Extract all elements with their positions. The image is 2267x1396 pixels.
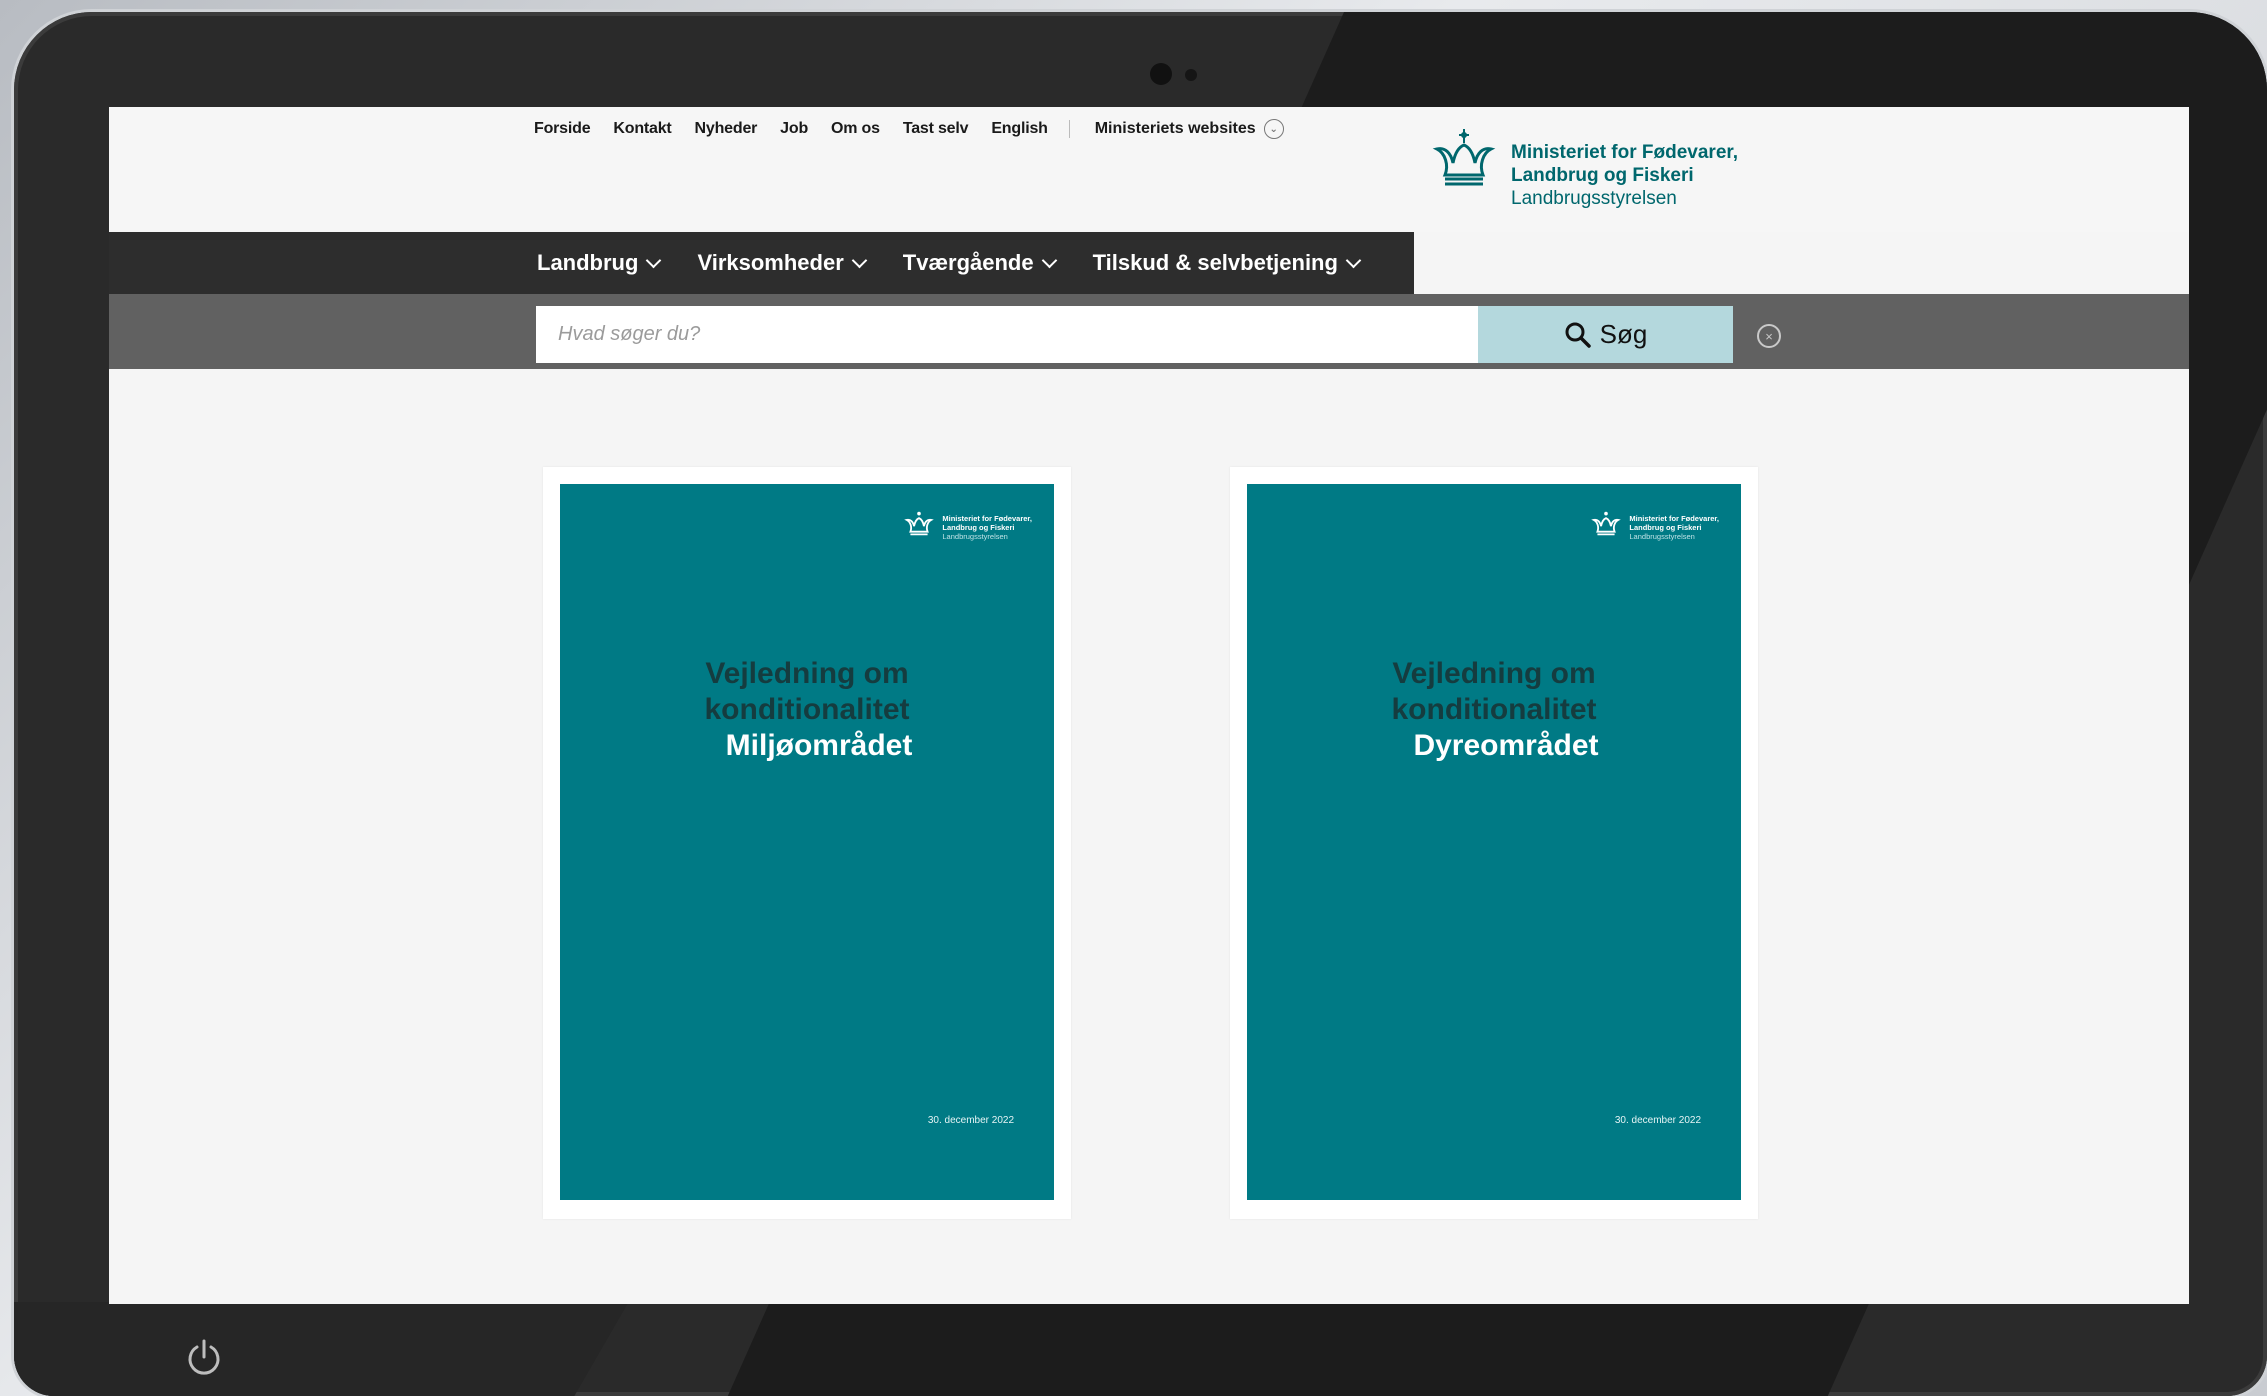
top-link-job[interactable]: Job — [780, 120, 808, 138]
top-link-kontakt[interactable]: Kontakt — [613, 120, 671, 138]
logo-line-3: Landbrugsstyrelsen — [1511, 188, 1677, 209]
crown-icon — [904, 511, 935, 536]
search-input[interactable] — [536, 306, 1478, 363]
nav-label: Tværgående — [902, 250, 1034, 275]
frame-sheen-bottom — [14, 1302, 629, 1396]
top-link-tast-selv[interactable]: Tast selv — [903, 120, 969, 138]
cover-logo-line-2: Landbrug og Fiskeri — [1629, 523, 1702, 532]
nav-label: Tilskud & selvbetjening — [1092, 250, 1338, 275]
publication-card[interactable]: Ministeriet for Fødevarer, Landbrug og F… — [1230, 467, 1758, 1219]
chevron-down-icon — [1345, 252, 1362, 268]
cover-title-line-1: Vejledning om — [705, 657, 909, 690]
cover-title: Vejledning om konditionalitet Dyreområde… — [1247, 656, 1741, 764]
ministry-websites-dropdown[interactable]: Ministeriets websites ⌄ — [1095, 119, 1284, 139]
power-icon[interactable] — [186, 1338, 222, 1378]
publication-card[interactable]: Ministeriet for Fødevarer, Landbrug og F… — [543, 467, 1071, 1219]
top-link-nyheder[interactable]: Nyheder — [695, 120, 758, 138]
nav-item-landbrug[interactable]: Landbrug — [537, 250, 662, 276]
publication-cover: Ministeriet for Fødevarer, Landbrug og F… — [1247, 484, 1741, 1200]
cover-logo-line-2: Landbrug og Fiskeri — [942, 523, 1015, 532]
cover-date: 30. december 2022 — [1614, 1115, 1701, 1126]
browser-screen: Forside Kontakt Nyheder Job Om os Tast s… — [109, 107, 2189, 1304]
top-link-english[interactable]: English — [991, 120, 1048, 138]
cover-logo-line-3: Landbrugsstyrelsen — [1629, 532, 1695, 541]
publication-cover: Ministeriet for Fødevarer, Landbrug og F… — [560, 484, 1054, 1200]
crown-icon — [1591, 511, 1622, 536]
header: Forside Kontakt Nyheder Job Om os Tast s… — [109, 107, 2189, 232]
cover-logo: Ministeriet for Fødevarer, Landbrug og F… — [904, 510, 1032, 541]
ministry-logo[interactable]: Ministeriet for Fødevarer, Landbrug og F… — [1431, 127, 1738, 210]
nav-item-tvaergaende[interactable]: Tværgående — [902, 250, 1057, 276]
search-button[interactable]: Søg — [1478, 306, 1733, 363]
top-link-om-os[interactable]: Om os — [831, 120, 880, 138]
search-button-label: Søg — [1599, 319, 1648, 349]
camera-icon — [1150, 63, 1172, 85]
chevron-down-icon — [1041, 252, 1057, 268]
ministry-logo-text: Ministeriet for Fødevarer, Landbrug og F… — [1511, 141, 1738, 210]
cover-logo-line-3: Landbrugsstyrelsen — [942, 532, 1008, 541]
logo-line-1: Ministeriet for Fødevarer, — [1511, 142, 1739, 163]
top-links: Forside Kontakt Nyheder Job Om os Tast s… — [534, 119, 1284, 139]
cover-title-line-2: konditionalitet — [704, 693, 910, 726]
cover-date: 30. december 2022 — [927, 1115, 1014, 1126]
nav-item-tilskud[interactable]: Tilskud & selvbetjening — [1092, 250, 1362, 276]
search-bar: Søg × — [109, 294, 2189, 369]
close-icon[interactable]: × — [1757, 324, 1781, 348]
cover-subtitle: Miljøområdet — [725, 729, 913, 762]
chevron-down-icon — [851, 252, 868, 268]
cover-logo: Ministeriet for Fødevarer, Landbrug og F… — [1591, 510, 1719, 541]
top-link-forside[interactable]: Forside — [534, 120, 591, 138]
nav-item-virksomheder[interactable]: Virksomheder — [697, 250, 868, 276]
cover-logo-line-1: Ministeriet for Fødevarer, — [1629, 514, 1719, 523]
search-icon — [1565, 322, 1591, 348]
cover-title-line-1: Vejledning om — [1392, 657, 1596, 690]
chevron-down-icon: ⌄ — [1263, 119, 1284, 139]
logo-line-2: Landbrug og Fiskeri — [1511, 165, 1694, 186]
chevron-down-icon — [646, 252, 662, 268]
cover-title: Vejledning om konditionalitet Miljøområd… — [560, 656, 1054, 764]
divider — [1068, 120, 1070, 138]
main-nav: Landbrug Virksomheder Tværgående Tilskud… — [109, 232, 1414, 294]
cover-title-line-2: konditionalitet — [1391, 693, 1597, 726]
nav-label: Landbrug — [537, 250, 639, 275]
nav-label: Virksomheder — [697, 250, 844, 275]
crown-icon — [1432, 129, 1496, 186]
cover-logo-line-1: Ministeriet for Fødevarer, — [942, 514, 1032, 523]
ministry-websites-label: Ministeriets websites — [1094, 120, 1256, 137]
sensor-icon — [1185, 69, 1197, 81]
cover-subtitle: Dyreområdet — [1413, 729, 1599, 762]
